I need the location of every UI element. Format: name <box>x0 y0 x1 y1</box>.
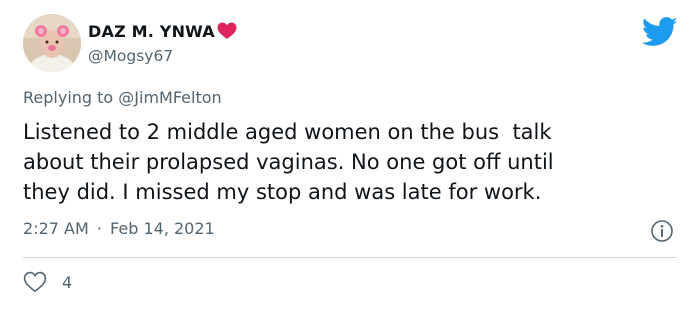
replying-to: Replying to @JimMFelton <box>23 88 222 107</box>
replying-prefix: Replying to <box>23 88 119 107</box>
like-count: 4 <box>62 272 73 292</box>
display-name[interactable]: DAZ M. YNWA <box>88 22 215 41</box>
author-name-row[interactable]: DAZ M. YNWA <box>88 19 237 43</box>
heart-outline-icon[interactable] <box>23 271 47 293</box>
tweet-date[interactable]: Feb 14, 2021 <box>110 219 215 238</box>
reply-to-handle-link[interactable]: @JimMFelton <box>118 88 221 107</box>
tweet-text-line: about their prolapsed vaginas. No one go… <box>23 150 554 174</box>
avatar-photo <box>23 14 81 72</box>
red-heart-icon <box>217 22 237 40</box>
tweet-text: Listened to 2 middle aged women on the b… <box>23 117 683 207</box>
avatar[interactable] <box>23 14 81 72</box>
timestamp-separator: · <box>96 219 102 238</box>
divider <box>23 257 677 258</box>
tweet-time[interactable]: 2:27 AM <box>23 219 89 238</box>
tweet-text-line: Listened to 2 middle aged women on the b… <box>23 120 552 144</box>
timestamp[interactable]: 2:27 AM · Feb 14, 2021 <box>23 219 215 238</box>
like-button[interactable]: 4 <box>23 271 72 293</box>
info-icon[interactable] <box>650 219 674 243</box>
twitter-bird-icon[interactable] <box>641 17 678 47</box>
tweet-text-line: they did. I missed my stop and was late … <box>23 180 542 204</box>
tweet-card: DAZ M. YNWA @Mogsy67 Replying to @JimMFe… <box>0 0 700 311</box>
author-handle[interactable]: @Mogsy67 <box>88 47 173 65</box>
